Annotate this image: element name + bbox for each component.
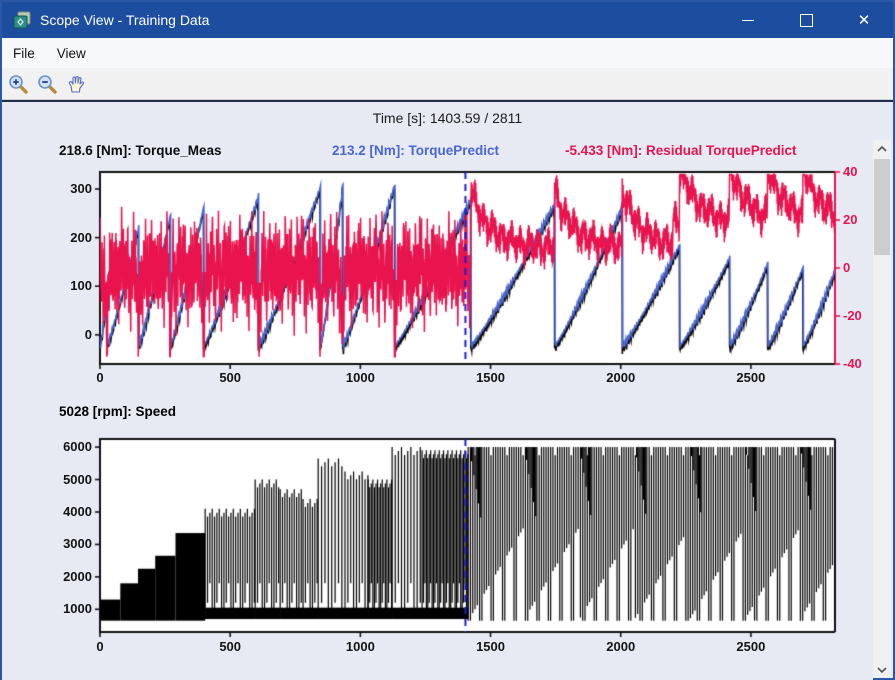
tick-label: 1500 xyxy=(461,639,521,654)
speed-plot-canvas[interactable] xyxy=(82,430,857,642)
series-label: 218.6 [Nm]: Torque_Meas xyxy=(59,143,222,158)
scrollbar-thumb[interactable] xyxy=(874,159,890,255)
maximize-button[interactable] xyxy=(777,2,835,38)
tick-label: 2000 xyxy=(591,370,651,385)
tick-label: 6000 xyxy=(30,439,92,454)
tick-label: 500 xyxy=(200,639,260,654)
series-label: 5028 [rpm]: Speed xyxy=(59,404,176,419)
menu-file[interactable]: File xyxy=(2,41,46,66)
minimize-icon xyxy=(742,20,754,21)
tick-label: 1500 xyxy=(461,370,521,385)
scroll-up-button[interactable] xyxy=(873,140,891,157)
maximize-icon xyxy=(800,14,813,27)
tick-label: 2000 xyxy=(591,639,651,654)
tick-label: 0 xyxy=(70,639,130,654)
vertical-scrollbar[interactable] xyxy=(873,140,891,678)
time-label: Time [s]: 1403.59 / 2811 xyxy=(373,110,522,126)
chevron-down-icon xyxy=(877,667,887,673)
tick-label: 1000 xyxy=(330,370,390,385)
tick-label: 3000 xyxy=(30,536,92,551)
tick-label: 5000 xyxy=(30,472,92,487)
tick-label: 200 xyxy=(40,230,92,245)
tick-label: 4000 xyxy=(30,504,92,519)
scope-charts: 218.6 [Nm]: Torque_Meas 213.2 [Nm]: Torqu… xyxy=(2,134,873,680)
zoom-in-button[interactable] xyxy=(5,72,31,96)
series-label: -5.433 [Nm]: Residual TorquePredict xyxy=(565,143,797,158)
toolbar xyxy=(2,68,893,100)
tick-label: 0 xyxy=(70,370,130,385)
pan-hand-icon xyxy=(66,74,86,94)
tick-label: 1000 xyxy=(330,639,390,654)
menu-view[interactable]: View xyxy=(46,41,97,66)
time-bar: Time [s]: 1403.59 / 2811 xyxy=(2,102,893,134)
app-window: Scope View - Training Data ✕ File View xyxy=(0,0,895,680)
tick-label: 2000 xyxy=(30,569,92,584)
pan-button[interactable] xyxy=(63,72,89,96)
tick-label: 500 xyxy=(200,370,260,385)
title-bar: Scope View - Training Data ✕ xyxy=(2,2,893,38)
minimize-button[interactable] xyxy=(719,2,777,38)
tick-label: 1000 xyxy=(30,601,92,616)
window-title: Scope View - Training Data xyxy=(40,12,209,28)
zoom-out-icon xyxy=(37,74,57,94)
menu-bar: File View xyxy=(2,38,893,69)
zoom-in-icon xyxy=(8,74,28,94)
zoom-out-button[interactable] xyxy=(34,72,60,96)
close-button[interactable]: ✕ xyxy=(835,2,893,38)
tick-label: 2500 xyxy=(721,370,781,385)
scroll-down-button[interactable] xyxy=(873,661,891,678)
tick-label: 300 xyxy=(40,181,92,196)
torque-plot-canvas[interactable] xyxy=(82,162,857,377)
chevron-up-icon xyxy=(877,146,887,152)
close-icon: ✕ xyxy=(858,13,871,28)
tick-label: 100 xyxy=(40,278,92,293)
series-label: 213.2 [Nm]: TorquePredict xyxy=(332,143,499,158)
scope-app-icon xyxy=(12,10,32,30)
tick-label: 0 xyxy=(40,327,92,342)
tick-label: 2500 xyxy=(721,639,781,654)
